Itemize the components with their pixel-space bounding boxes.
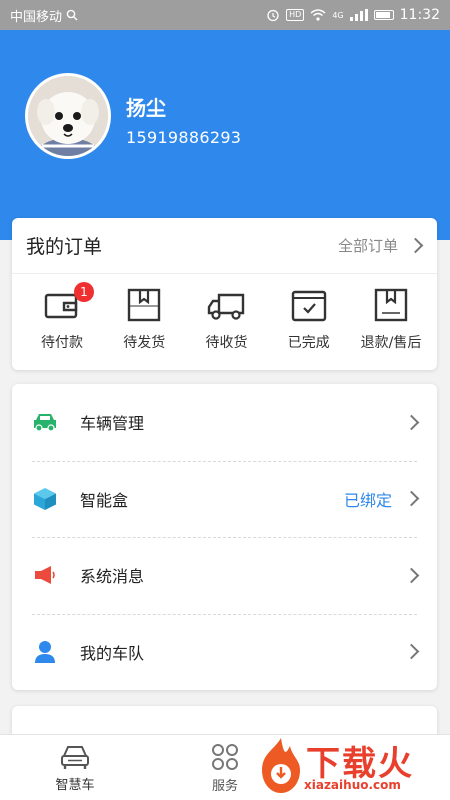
network-type: 4G <box>332 10 344 20</box>
hd-icon: HD <box>286 9 305 21</box>
view-all-orders-link[interactable]: 全部订单 <box>337 235 424 256</box>
smart-box-status: 已绑定 <box>343 490 392 510</box>
chevron-right-icon <box>403 643 420 660</box>
order-status-label: 待付款 <box>41 335 83 351</box>
search-icon <box>66 9 78 21</box>
tab-label: 服务 <box>211 778 238 794</box>
watermark-logo: 下载火 xiazaihuo.com <box>256 734 444 798</box>
phone-number: 15919886293 <box>126 128 242 147</box>
order-pending-payment[interactable]: 1 待付款 <box>22 282 102 352</box>
chevron-right-icon <box>407 237 424 254</box>
package-return-icon <box>374 288 408 322</box>
menu-card: 车辆管理 智能盒 已绑定 系统消息 我的车队 <box>12 384 437 690</box>
menu-item-smart-box[interactable]: 智能盒 已绑定 <box>12 460 437 538</box>
truck-icon <box>207 293 244 320</box>
username: 扬尘 <box>126 96 166 120</box>
cube-icon <box>32 486 58 512</box>
order-status-label: 退款/售后 <box>360 335 422 351</box>
signal-icon <box>349 9 368 21</box>
menu-item-label: 我的车队 <box>80 643 145 663</box>
order-status-label: 待发货 <box>123 335 166 351</box>
chevron-right-icon <box>403 490 420 507</box>
order-status-label: 待收货 <box>205 335 248 351</box>
watermark-url: xiazaihuo.com <box>304 778 401 792</box>
person-icon <box>32 639 58 665</box>
grid-petal-icon <box>212 743 238 770</box>
alarm-icon <box>267 9 279 22</box>
order-status-list: 1 待付款 待发货 待收货 已完成 退款/售后 <box>12 274 437 352</box>
avatar[interactable] <box>25 73 111 159</box>
order-status-label: 已完成 <box>287 335 330 351</box>
package-icon <box>128 288 161 322</box>
profile-header: 扬尘 15919886293 <box>0 30 450 240</box>
dog-avatar-image <box>28 76 108 156</box>
order-refund[interactable]: 退款/售后 <box>351 286 431 352</box>
order-completed[interactable]: 已完成 <box>269 286 349 352</box>
status-icons: HD 4G 11:32 <box>266 7 440 23</box>
pending-payment-badge: 1 <box>74 282 94 302</box>
view-all-orders-label: 全部订单 <box>337 237 398 255</box>
order-pending-shipment[interactable]: 待发货 <box>104 286 184 352</box>
menu-item-vehicle-management[interactable]: 车辆管理 <box>12 384 437 461</box>
chevron-right-icon <box>403 414 420 431</box>
car-icon <box>32 409 58 435</box>
carrier-group: 中国移动 <box>10 6 78 25</box>
orders-header: 我的订单 全部订单 <box>12 218 437 274</box>
chevron-right-icon <box>403 567 420 584</box>
order-pending-receipt[interactable]: 待收货 <box>187 286 267 352</box>
wifi-icon <box>310 9 326 21</box>
orders-title: 我的订单 <box>26 236 103 258</box>
megaphone-icon <box>32 562 58 588</box>
menu-item-my-fleet[interactable]: 我的车队 <box>12 613 437 691</box>
flame-logo-icon <box>262 738 300 793</box>
menu-item-label: 车辆管理 <box>80 414 145 434</box>
clock: 11:32 <box>399 7 440 23</box>
carrier-name: 中国移动 <box>10 9 63 25</box>
menu-item-label: 系统消息 <box>80 567 145 587</box>
check-box-icon <box>291 290 326 322</box>
tab-smart-car[interactable]: 智慧车 <box>0 735 150 800</box>
tab-label: 智慧车 <box>55 777 95 793</box>
battery-icon <box>373 10 394 20</box>
menu-item-system-messages[interactable]: 系统消息 <box>12 537 437 614</box>
car-outline-icon <box>61 745 89 769</box>
orders-card: 我的订单 全部订单 1 待付款 待发货 待收货 已完成 退款/售后 <box>12 218 437 370</box>
status-bar: 中国移动 HD 4G 11:32 <box>0 0 450 30</box>
menu-item-label: 智能盒 <box>80 490 129 510</box>
